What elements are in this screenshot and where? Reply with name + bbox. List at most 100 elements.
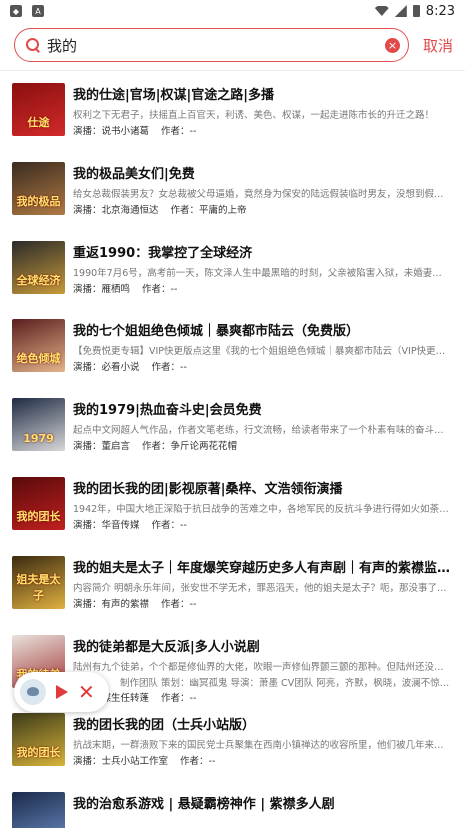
status-left: ◆ A (10, 5, 44, 17)
author-name: -- (180, 519, 187, 531)
result-meta: 演播：谋生任转蓬作者：-- (73, 690, 455, 704)
result-item[interactable]: 我的团长 我的团长我的团（士兵小站版） 抗战末期，一群溃败下来的国民党士兵聚集在西南… (0, 710, 465, 789)
author-label: 作者： (151, 519, 181, 531)
close-icon[interactable]: ✕ (78, 682, 95, 702)
result-meta: 演播：华音传媒 作者：-- (73, 517, 455, 531)
narrator-label: 演播： (73, 519, 102, 531)
author: 作者：-- (152, 362, 187, 373)
narrator: 演播：必看小说 (73, 362, 140, 373)
narrator: 演播：雁栖鸣 (73, 284, 130, 295)
narrator: 演播：董启言 (73, 441, 130, 452)
result-description: 抗战末期，一群溃败下来的国民党士兵聚集在西南小镇禅达的收容所里，他们被几年来国土… (73, 740, 451, 752)
narrator: 演播：有声的紫襟 (73, 599, 149, 610)
author: 作者：-- (161, 126, 196, 137)
narrator-label: 演播： (73, 126, 102, 137)
author: 作者：-- (161, 693, 196, 704)
result-title[interactable]: 我的姐夫是太子｜年度爆笑穿越历史多人有声剧｜有声的紫襟监制作品 (73, 557, 455, 576)
author-label: 作者： (170, 204, 200, 216)
narrator: 演播：士兵小站工作室 (73, 756, 168, 767)
result-item[interactable]: 全球经济 重返1990：我掌控了全球经济 1990年7月6号，高考前一天，陈文泽人生… (0, 238, 465, 317)
cover-title-text: 我的极品 (16, 194, 61, 208)
cover-title-text: 绝色倾城 (16, 352, 61, 366)
result-title[interactable]: 我的仕途|官场|权谋|官途之路|多播 (73, 84, 455, 103)
book-cover-image[interactable]: 姐夫是太子 (12, 555, 65, 609)
author-label: 作者： (161, 692, 190, 704)
search-input[interactable] (47, 36, 385, 54)
book-cover-image[interactable]: 我的极品 (12, 161, 65, 215)
cover-title-text: 我的团长 (16, 509, 61, 523)
search-box[interactable]: × (14, 28, 409, 62)
result-item[interactable]: 我的团长 我的团长我的团|影视原著|桑梓、文浩领衔演播 1942年，中国大地正深陷于… (0, 474, 465, 553)
search-bar: × 取消 (0, 22, 465, 68)
result-item[interactable]: 我的极品 我的极品美女们|免费 给女总裁假装男友？女总裁被父母逼婚，竟然身为保安的陆… (0, 159, 465, 238)
result-item[interactable]: 仕途 我的仕途|官场|权谋|官途之路|多播权利之下无君子，扶摇直上百官天，利诱、美… (0, 80, 465, 159)
author-label: 作者： (180, 756, 209, 768)
author: 作者：-- (180, 756, 215, 767)
result-item[interactable]: 姐夫是太子 我的姐夫是太子｜年度爆笑穿越历史多人有声剧｜有声的紫襟监制作品内容简介… (0, 553, 465, 632)
result-title[interactable]: 我的极品美女们|免费 (73, 163, 455, 182)
mini-player[interactable]: ✕ (14, 672, 109, 712)
author: 作者：争斤论两花花帽 (142, 441, 237, 452)
narrator-name: 华音传媒 (101, 519, 140, 531)
result-title[interactable]: 我的1979|热血奋斗史|会员免费 (73, 399, 455, 418)
narrator-name: 士兵小站工作室 (101, 756, 169, 768)
result-title[interactable]: 我的治愈系游戏 | 悬疑霸榜神作 | 紫襟多人剧 (73, 793, 455, 812)
status-bar: ◆ A 8:23 (0, 0, 465, 22)
author: 作者：-- (152, 520, 187, 531)
result-title[interactable]: 我的徒弟都是大反派|多人小说剧 (73, 636, 455, 655)
play-icon[interactable] (56, 685, 68, 699)
cover-title-text: 1979 (23, 432, 54, 446)
clear-icon[interactable]: × (384, 37, 400, 53)
result-description: 1942年，中国大地正深陷于抗日战争的苦难之中，各地军民的反抗斗争进行得如火如荼… (73, 503, 451, 515)
book-cover-image[interactable] (12, 792, 65, 828)
result-title[interactable]: 我的团长我的团|影视原著|桑梓、文浩领衔演播 (73, 478, 455, 497)
status-right: 8:23 (374, 3, 455, 19)
player-avatar-icon[interactable] (20, 679, 46, 705)
status-time: 8:23 (425, 3, 455, 19)
result-meta: 演播：必看小说 作者：-- (73, 359, 455, 373)
result-meta: 演播：士兵小站工作室 作者：-- (73, 753, 455, 767)
cancel-button[interactable]: 取消 (423, 35, 453, 56)
narrator-name: 雁栖鸣 (101, 283, 131, 295)
book-cover-image[interactable]: 仕途 (12, 83, 65, 136)
book-cover-image[interactable]: 我的团长 (12, 476, 65, 530)
app-a-icon: A (32, 5, 44, 17)
result-description: 内容简介 明朝永乐年间，张安世不学无术，罪恶滔天，他的姐夫是太子？呃，那没事了！… (73, 582, 451, 594)
result-title[interactable]: 重返1990：我掌控了全球经济 (73, 242, 455, 261)
author-name: -- (189, 692, 197, 704)
book-cover-image[interactable]: 全球经济 (12, 240, 65, 294)
cover-title-text: 我的团长 (16, 746, 61, 760)
search-results-list: 仕途 我的仕途|官场|权谋|官途之路|多播权利之下无君子，扶摇直上百官天，利诱、美… (0, 80, 465, 828)
book-cover-image[interactable]: 1979 (12, 398, 65, 452)
author-name: -- (180, 362, 187, 374)
result-meta: 演播：有声的紫襟 作者：-- (73, 596, 455, 610)
narrator-label: 演播： (73, 204, 102, 216)
result-description: 陆州有九个徒弟，个个都是修仙界的大佬，吹眼一声修仙界颤三颤的那种。但陆州还没来得… (73, 661, 451, 673)
result-title[interactable]: 我的团长我的团（士兵小站版） (73, 714, 455, 733)
book-cover-image[interactable]: 我的团长 (12, 713, 65, 767)
search-icon (25, 37, 41, 53)
author-name: -- (208, 756, 216, 768)
author: 作者：平庸的上帝 (171, 205, 247, 216)
book-cover-image[interactable]: 绝色倾城 (12, 319, 65, 373)
result-item[interactable]: 我的治愈系游戏 | 悬疑霸榜神作 | 紫襟多人剧 (0, 789, 465, 828)
result-description: 权利之下无君子，扶摇直上百官天，利诱、美色、权谋，一起走进陈市长的升迁之路！ (73, 110, 435, 121)
result-title[interactable]: 我的七个姐姐绝色倾城｜暴爽都市陆云（免费版） (73, 320, 455, 339)
narrator-name: 董启言 (101, 441, 131, 453)
result-meta: 演播：说书小诸葛 作者：-- (73, 123, 455, 137)
result-meta: 演播：董启言 作者：争斤论两花花帽 (73, 438, 455, 452)
cover-title-text: 仕途 (27, 116, 50, 129)
author-name: -- (170, 283, 178, 295)
narrator: 演播：华音传媒 (73, 520, 140, 531)
result-meta: 演播：雁栖鸣 作者：-- (73, 281, 455, 295)
narrator-name: 有声的紫襟 (101, 598, 150, 610)
author-label: 作者： (142, 283, 171, 295)
narrator-name: 说书小诸葛 (101, 126, 150, 137)
narrator-label: 演播： (73, 756, 102, 768)
cover-title-text: 姐夫是太子 (16, 572, 61, 602)
result-item[interactable]: 绝色倾城 我的七个姐姐绝色倾城｜暴爽都市陆云（免费版） 【免费悦更专辑】VIP快更版… (0, 316, 465, 395)
narrator: 演播：说书小诸葛 (73, 126, 149, 137)
result-item[interactable]: 1979 我的1979|热血奋斗史|会员免费 起点中文网超人气作品，作者文笔老练，行… (0, 395, 465, 474)
author-label: 作者： (142, 441, 171, 453)
author-label: 作者： (151, 362, 181, 374)
